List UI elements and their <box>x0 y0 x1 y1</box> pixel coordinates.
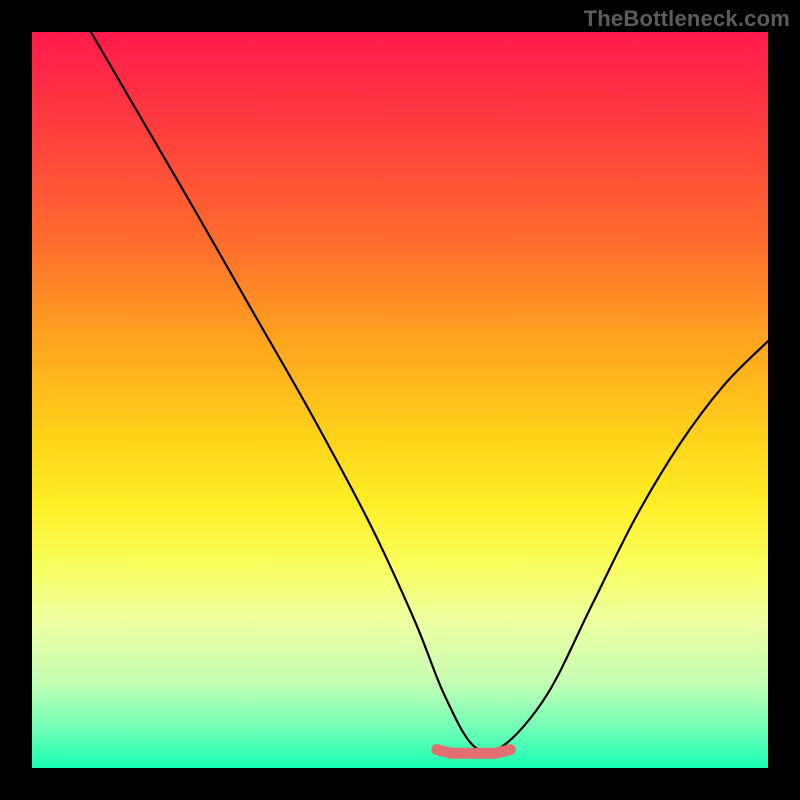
plot-area <box>32 32 768 768</box>
chart-frame: TheBottleneck.com <box>0 0 800 800</box>
bottleneck-curve-line <box>91 32 768 752</box>
line-chart <box>32 32 768 768</box>
watermark-text: TheBottleneck.com <box>584 6 790 32</box>
flat-minimum-line <box>437 750 511 754</box>
